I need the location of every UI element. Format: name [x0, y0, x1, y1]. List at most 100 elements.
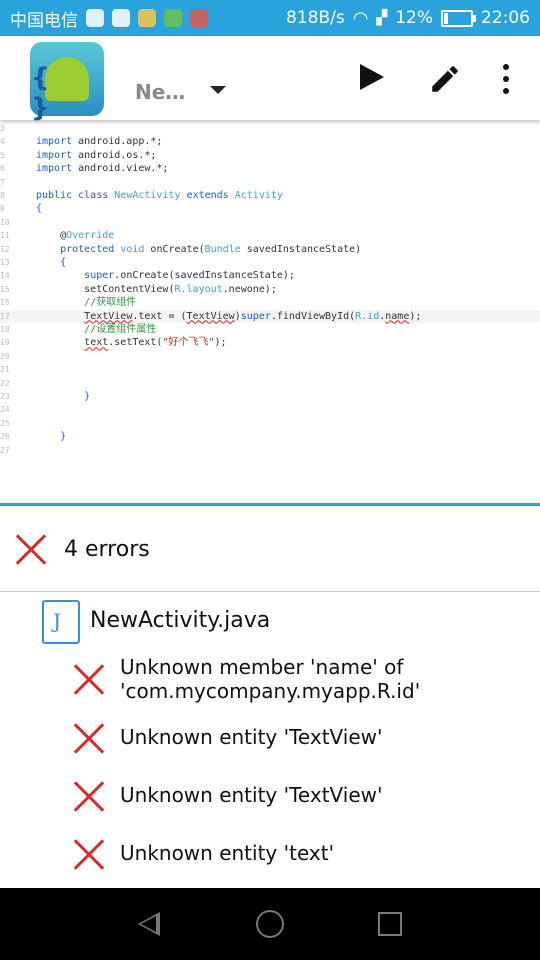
line-number: 21 — [0, 365, 10, 375]
line-number: 4 — [0, 137, 5, 147]
java-file-icon — [42, 600, 80, 644]
panel-divider[interactable] — [0, 503, 540, 506]
line-number: 7 — [0, 177, 5, 187]
code-line[interactable]: 13 { — [0, 256, 540, 269]
code-line[interactable]: 27 — [0, 444, 540, 457]
error-message: Unknown entity 'TextView' — [120, 725, 383, 749]
line-number: 22 — [0, 378, 10, 388]
edit-icon[interactable] — [428, 62, 462, 96]
line-number: 12 — [0, 244, 10, 254]
error-message: Unknown member 'name' of'com.mycompany.m… — [120, 655, 420, 703]
code-text: { — [36, 203, 43, 215]
code-line[interactable]: 20 — [0, 350, 540, 363]
wifi-icon: ◠ — [352, 7, 369, 29]
line-number: 24 — [0, 405, 10, 415]
battery-percent: 12% — [395, 8, 433, 28]
line-number: 16 — [0, 298, 10, 308]
code-text: //设置组件属性 — [84, 324, 157, 335]
code-line[interactable]: 22 — [0, 377, 540, 390]
line-number: 13 — [0, 258, 10, 267]
code-text: { — [60, 257, 67, 268]
signal-icon: ▞ — [376, 10, 388, 26]
back-icon[interactable] — [138, 912, 160, 936]
line-number: 10 — [0, 217, 10, 227]
code-line[interactable]: 15 setContentView(R.layout.newone); — [0, 283, 540, 296]
line-number: 20 — [0, 351, 10, 361]
error-summary[interactable]: 4 errors — [0, 507, 540, 592]
code-line[interactable]: 24 — [0, 403, 540, 416]
battery-icon — [441, 9, 476, 27]
error-item[interactable]: Unknown entity 'TextView' — [0, 776, 540, 820]
code-line[interactable]: 8 public class NewActivity extends Activi… — [0, 189, 540, 202]
bb-icon — [164, 9, 182, 27]
code-text: import android.view.*; — [36, 163, 169, 175]
code-editor[interactable]: 3 4 import android.app.*; 5 import android.o… — [0, 122, 540, 502]
error-icon — [72, 780, 106, 814]
carrier-label: 中国电信 — [10, 10, 78, 31]
file-name: NewActivity.java — [90, 608, 271, 633]
line-number: 25 — [0, 418, 10, 428]
error-message: Unknown entity 'text' — [120, 841, 335, 865]
error-icon — [72, 838, 106, 872]
game-icon — [190, 9, 208, 27]
home-icon[interactable] — [256, 910, 284, 938]
line-number: 11 — [0, 231, 10, 241]
code-line[interactable]: 12 protected void onCreate(Bundle savedI… — [0, 243, 540, 256]
code-text: setContentView(R.layout.newone); — [36, 283, 277, 295]
error-item[interactable]: Unknown member 'name' of'com.mycompany.m… — [0, 652, 540, 708]
code-line[interactable]: 3 — [0, 122, 540, 135]
code-line[interactable]: 23 } — [0, 390, 540, 403]
recents-icon[interactable] — [378, 912, 402, 936]
error-message: Unknown entity 'TextView' — [120, 783, 383, 807]
code-line[interactable]: 16 //获取组件 — [0, 296, 540, 309]
error-message-line2: 'com.mycompany.myapp.R.id' — [120, 679, 421, 703]
code-text: public class NewActivity extends Activit… — [36, 190, 283, 201]
code-text: @Override — [36, 230, 115, 242]
error-file-row[interactable]: NewActivity.java — [0, 596, 540, 650]
code-line[interactable]: 4 import android.app.*; — [0, 135, 540, 148]
code-line[interactable]: 5 import android.os.*; — [0, 149, 540, 162]
line-number: 15 — [0, 284, 10, 294]
status-right: 818B/s ◠ ▞ 12% 22:06 — [286, 0, 530, 36]
code-text: } — [84, 391, 91, 402]
line-number: 18 — [0, 325, 10, 334]
file-title[interactable]: Ne… — [135, 80, 185, 104]
line-number: 23 — [0, 392, 10, 401]
code-text: super.onCreate(savedInstanceState); — [84, 270, 295, 282]
error-icon — [72, 722, 106, 756]
error-count: 4 errors — [64, 537, 150, 562]
code-line[interactable]: 18 //设置组件属性 — [0, 323, 540, 336]
line-number: 9 — [0, 204, 5, 214]
code-line[interactable]: 10 — [0, 216, 540, 229]
app-bar: Ne… — [0, 36, 540, 123]
line-number: 27 — [0, 445, 10, 455]
code-line[interactable]: 9{ — [0, 202, 540, 215]
code-text: TextView.text = (TextView)super.findView… — [84, 310, 422, 322]
code-line[interactable]: 25 — [0, 417, 540, 430]
error-item[interactable]: Unknown entity 'text' — [0, 834, 540, 878]
code-line[interactable]: 21 — [0, 363, 540, 376]
line-number: 3 — [0, 124, 5, 133]
dropdown-icon[interactable] — [210, 86, 226, 94]
code-text: import android.app.*; — [36, 136, 163, 148]
code-line[interactable]: 26 } — [0, 430, 540, 443]
line-number: 14 — [0, 271, 10, 281]
code-line[interactable]: 17 TextView.text = (TextView)super.findV… — [0, 309, 540, 323]
play-icon[interactable] — [360, 64, 384, 90]
code-line[interactable]: 7 — [0, 176, 540, 189]
code-line[interactable]: 19 text.setText("好个飞飞"); — [0, 336, 540, 349]
error-message-line1: Unknown member 'name' of — [120, 655, 404, 679]
code-text: } — [60, 431, 67, 443]
app-logo-icon[interactable] — [30, 42, 104, 123]
line-number: 5 — [0, 150, 5, 160]
status-left: 中国电信 — [10, 0, 208, 36]
code-line[interactable]: 6 import android.view.*; — [0, 162, 540, 175]
error-icon — [14, 533, 48, 567]
error-item[interactable]: Unknown entity 'TextView' — [0, 718, 540, 762]
code-line[interactable]: 11 @Override — [0, 229, 540, 242]
code-line[interactable]: 14 super.onCreate(savedInstanceState); — [0, 269, 540, 282]
line-number: 19 — [0, 338, 10, 348]
error-icon — [72, 663, 106, 697]
code-text: protected void onCreate(Bundle savedInst… — [60, 243, 362, 255]
more-icon[interactable] — [500, 64, 512, 94]
